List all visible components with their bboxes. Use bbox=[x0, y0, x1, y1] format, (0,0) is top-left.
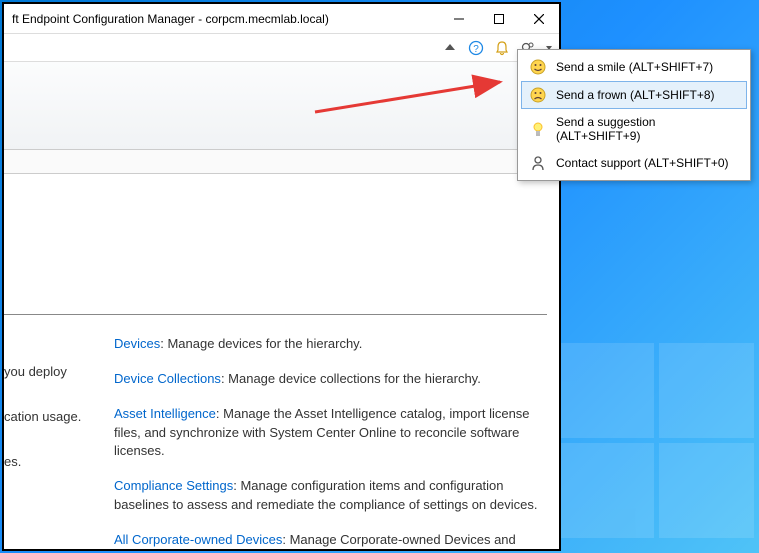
nav-item-device-collections: Device Collections: Manage device collec… bbox=[114, 370, 547, 389]
notifications-icon[interactable] bbox=[493, 39, 511, 57]
link-corporate-devices[interactable]: All Corporate-owned Devices bbox=[114, 532, 282, 547]
menu-label: Contact support (ALT+SHIFT+0) bbox=[556, 156, 729, 170]
minimize-button[interactable] bbox=[439, 5, 479, 33]
nav-item-asset-intelligence: Asset Intelligence: Manage the Asset Int… bbox=[114, 405, 547, 462]
address-bar bbox=[4, 150, 559, 174]
content-pane: you deploy cation usage. es. Devices: Ma… bbox=[4, 174, 559, 549]
titlebar: ft Endpoint Configuration Manager - corp… bbox=[4, 4, 559, 34]
nav-item-corporate-devices: All Corporate-owned Devices: Manage Corp… bbox=[114, 531, 547, 549]
menu-send-frown[interactable]: Send a frown (ALT+SHIFT+8) bbox=[521, 81, 747, 109]
link-asset-intelligence[interactable]: Asset Intelligence bbox=[114, 406, 216, 421]
window-title: ft Endpoint Configuration Manager - corp… bbox=[12, 12, 439, 26]
smile-icon bbox=[530, 59, 546, 75]
link-device-collections[interactable]: Device Collections bbox=[114, 371, 221, 386]
annotation-arrow bbox=[310, 70, 510, 120]
frown-icon bbox=[530, 87, 546, 103]
link-devices[interactable]: Devices bbox=[114, 336, 160, 351]
close-button[interactable] bbox=[519, 5, 559, 33]
menu-label: Send a frown (ALT+SHIFT+8) bbox=[556, 88, 715, 102]
nav-item-devices: Devices: Manage devices for the hierarch… bbox=[114, 335, 547, 354]
menu-label: Send a smile (ALT+SHIFT+7) bbox=[556, 60, 713, 74]
person-icon bbox=[530, 155, 546, 171]
nav-item-compliance-settings: Compliance Settings: Manage configuratio… bbox=[114, 477, 547, 515]
menu-send-suggestion[interactable]: Send a suggestion (ALT+SHIFT+9) bbox=[521, 109, 747, 149]
bulb-icon bbox=[530, 121, 546, 137]
menu-label: Send a suggestion (ALT+SHIFT+9) bbox=[556, 115, 738, 143]
menu-contact-support[interactable]: Contact support (ALT+SHIFT+0) bbox=[521, 149, 747, 177]
collapse-ribbon-icon[interactable] bbox=[441, 39, 459, 57]
help-icon[interactable]: ? bbox=[467, 39, 485, 57]
maximize-button[interactable] bbox=[479, 5, 519, 33]
windows-logo bbox=[559, 263, 759, 553]
menu-send-smile[interactable]: Send a smile (ALT+SHIFT+7) bbox=[521, 53, 747, 81]
toolbar: ? bbox=[4, 34, 559, 62]
svg-text:?: ? bbox=[473, 44, 479, 55]
link-compliance-settings[interactable]: Compliance Settings bbox=[114, 478, 233, 493]
feedback-menu: Send a smile (ALT+SHIFT+7) Send a frown … bbox=[517, 49, 751, 181]
navigation-items: Devices: Manage devices for the hierarch… bbox=[114, 335, 547, 549]
